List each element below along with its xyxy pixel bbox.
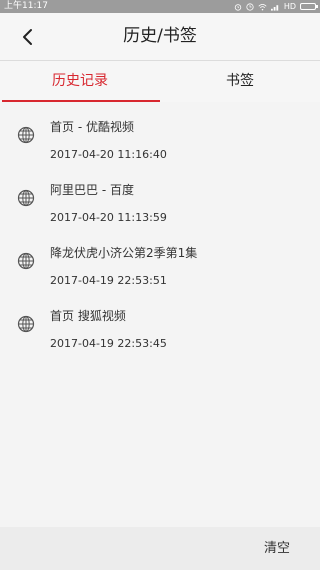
status-icons: HD <box>234 0 318 13</box>
history-item[interactable]: 首页 - 优酷视频 2017-04-20 11:16:40 <box>0 102 320 165</box>
globe-icon <box>17 315 35 333</box>
clear-button[interactable]: 清空 <box>264 527 290 570</box>
wifi-icon <box>258 3 267 10</box>
history-item[interactable]: 阿里巴巴 - 百度 2017-04-20 11:13:59 <box>0 165 320 228</box>
status-time: 上午11:17 <box>4 1 48 11</box>
history-item-time: 2017-04-20 11:16:40 <box>50 148 167 161</box>
clock-icon <box>246 2 254 11</box>
history-item-title: 首页 搜狐视频 <box>50 309 126 323</box>
signal-icon <box>270 4 279 11</box>
title-bar: 历史/书签 <box>0 13 320 60</box>
history-item[interactable]: 首页 搜狐视频 2017-04-19 22:53:45 <box>0 291 320 354</box>
history-item-title: 首页 - 优酷视频 <box>50 120 134 134</box>
history-item-title: 降龙伏虎小济公第2季第1集 <box>50 246 198 260</box>
tab-bar: 历史记录 书签 <box>0 60 320 102</box>
history-item-time: 2017-04-19 22:53:45 <box>50 337 167 350</box>
tab-bookmarks[interactable]: 书签 <box>160 61 320 102</box>
globe-icon <box>17 189 35 207</box>
globe-icon <box>17 126 35 144</box>
history-item-time: 2017-04-19 22:53:51 <box>50 274 167 287</box>
history-list: 首页 - 优酷视频 2017-04-20 11:16:40 阿里巴巴 - 百度 … <box>0 102 320 354</box>
battery-icon <box>300 3 318 10</box>
history-item-time: 2017-04-20 11:13:59 <box>50 211 167 224</box>
history-item[interactable]: 降龙伏虎小济公第2季第1集 2017-04-19 22:53:51 <box>0 228 320 291</box>
status-bar: 上午11:17 HD <box>0 0 320 13</box>
alarm-icon <box>234 3 242 11</box>
tab-history[interactable]: 历史记录 <box>0 61 160 102</box>
bottom-bar: 清空 <box>0 527 320 570</box>
globe-icon <box>17 252 35 270</box>
network-type-label: HD <box>283 2 296 11</box>
page-title: 历史/书签 <box>123 26 197 46</box>
history-item-title: 阿里巴巴 - 百度 <box>50 183 134 197</box>
